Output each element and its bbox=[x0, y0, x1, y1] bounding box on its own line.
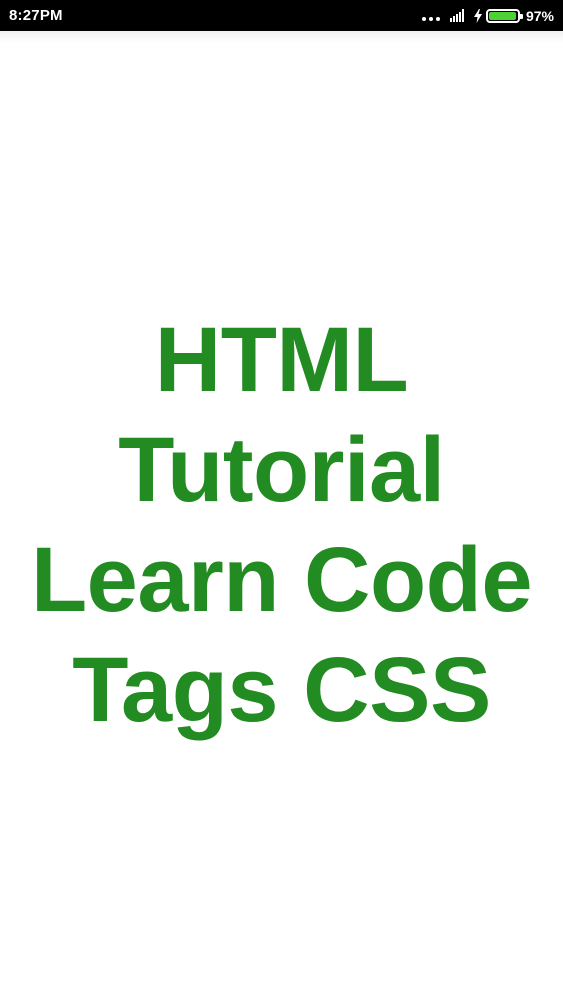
status-icons: 97% bbox=[421, 0, 554, 31]
splash-line-html: HTML bbox=[154, 309, 409, 411]
battery-percent: 97% bbox=[525, 7, 554, 24]
status-time: 8:27PM bbox=[9, 7, 63, 24]
app-bar-shadow bbox=[0, 31, 563, 43]
battery-fill bbox=[488, 11, 517, 20]
splash-line-tutorial: Tutorial bbox=[118, 419, 445, 521]
splash-title: HTML Tutorial Learn Code Tags CSS bbox=[0, 305, 563, 745]
splash-line-learn-code: Learn Code bbox=[30, 529, 533, 631]
status-bar: 8:27PM 97% bbox=[0, 0, 563, 31]
more-dots-icon bbox=[421, 16, 440, 21]
battery-icon bbox=[485, 8, 523, 23]
signal-icon bbox=[449, 9, 464, 22]
charging-bolt-icon bbox=[473, 8, 482, 23]
battery-tip bbox=[519, 13, 523, 19]
splash-line-tags-css: Tags CSS bbox=[72, 639, 491, 741]
